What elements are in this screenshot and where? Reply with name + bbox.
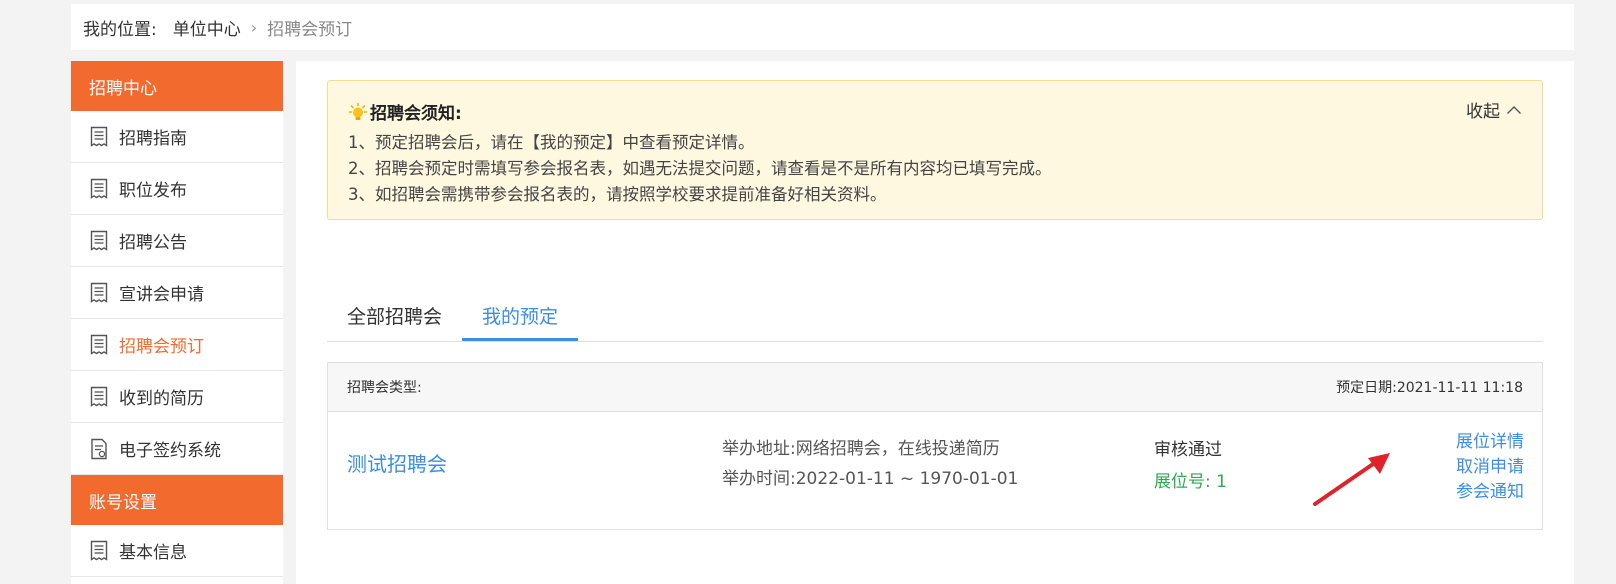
tab-bar: 全部招聘会 我的预定: [327, 281, 1543, 342]
document-icon: [89, 334, 109, 356]
sidebar-item-label: 收到的简历: [119, 389, 204, 409]
review-status: 审核通过: [1154, 440, 1222, 460]
notice-line-3: 3、如招聘会需携带参会报名表的，请按照学校要求提前准备好相关资料。: [348, 185, 887, 204]
chevron-up-icon: [1507, 105, 1521, 114]
sidebar-recruitment-item[interactable]: 招聘指南: [71, 111, 283, 163]
document-icon: [89, 178, 109, 200]
sidebar-recruitment-item[interactable]: 电子签约系统: [71, 423, 283, 475]
notice-title-row: 招聘会须知:: [348, 99, 1522, 124]
sidebar-recruitment-item[interactable]: 招聘会预订: [71, 319, 283, 371]
breadcrumb-current: 招聘会预订: [267, 19, 353, 40]
fair-type-label: 招聘会类型:: [347, 380, 422, 396]
collapse-label: 收起: [1466, 102, 1500, 122]
fair-address-label: 举办地址:: [722, 439, 796, 459]
booth-details-link[interactable]: 展位详情: [1456, 430, 1524, 455]
sidebar-recruitment-item[interactable]: 招聘公告: [71, 215, 283, 267]
notice-box: 招聘会须知: 1、预定招聘会后，请在【我的预定】中查看预定详情。 2、招聘会预定…: [327, 80, 1543, 220]
collapse-button[interactable]: 收起: [1466, 97, 1522, 122]
document-icon: [89, 230, 109, 252]
tab-all-fairs[interactable]: 全部招聘会: [327, 302, 462, 341]
booth-number: 展位号: 1: [1154, 466, 1227, 498]
cancel-application-link[interactable]: 取消申请: [1456, 455, 1524, 480]
fair-time-value: 2022-01-11 ~ 1970-01-01: [795, 469, 1019, 489]
sidebar-item-label: 招聘公告: [119, 233, 187, 253]
fair-address-value: 网络招聘会，在线投递简历: [795, 439, 1000, 459]
sidebar-section-account: 账号设置: [71, 475, 283, 525]
sidebar-item-label: 招聘会预订: [119, 337, 204, 357]
fair-address: 举办地址:网络招聘会，在线投递简历: [722, 434, 1018, 464]
sidebar-item-label: 电子签约系统: [119, 441, 221, 461]
fair-time-label: 举办时间:: [722, 469, 796, 489]
sidebar-recruitment-item[interactable]: 收到的简历: [71, 371, 283, 423]
notice-title: 招聘会须知:: [370, 104, 462, 124]
breadcrumb: 我的位置: 单位中心 › 招聘会预订: [71, 4, 1574, 50]
booth-value: 1: [1216, 472, 1227, 492]
breadcrumb-home-link[interactable]: 单位中心: [173, 15, 241, 40]
fair-status: 审核通过 展位号: 1: [1154, 434, 1227, 498]
breadcrumb-separator: ›: [250, 17, 258, 37]
document-icon: [89, 540, 109, 562]
participation-notice-link[interactable]: 参会通知: [1456, 480, 1524, 505]
file-sign-icon: [89, 438, 109, 460]
booking-actions: 展位详情 取消申请 参会通知: [1456, 430, 1524, 505]
sidebar: 招聘中心 招聘指南职位发布招聘公告宣讲会申请招聘会预订收到的简历电子签约系统 账…: [71, 61, 283, 584]
fair-time: 举办时间:2022-01-11 ~ 1970-01-01: [722, 464, 1018, 494]
sidebar-section-recruitment: 招聘中心: [71, 61, 283, 111]
fair-name-link[interactable]: 测试招聘会: [347, 448, 447, 477]
sidebar-recruitment-item[interactable]: 职位发布: [71, 163, 283, 215]
booking-date-value: 2021-11-11 11:18: [1396, 380, 1523, 396]
tab-my-bookings[interactable]: 我的预定: [462, 302, 579, 341]
breadcrumb-label: 我的位置:: [83, 19, 157, 40]
sidebar-item-label: 宣讲会申请: [119, 285, 204, 305]
document-icon: [89, 126, 109, 148]
booking-date-label: 预定日期:: [1336, 380, 1397, 396]
booth-label: 展位号:: [1154, 472, 1211, 492]
document-icon: [89, 386, 109, 408]
sidebar-recruitment-item[interactable]: 宣讲会申请: [71, 267, 283, 319]
fair-info: 举办地址:网络招聘会，在线投递简历 举办时间:2022-01-11 ~ 1970…: [722, 434, 1018, 494]
booking-card-header: 招聘会类型: 预定日期:2021-11-11 11:18: [328, 363, 1542, 412]
sidebar-item-label: 职位发布: [119, 181, 187, 201]
lightbulb-icon: [348, 102, 368, 120]
notice-line-1: 1、预定招聘会后，请在【我的预定】中查看预定详情。: [348, 133, 755, 152]
document-icon: [89, 282, 109, 304]
booking-date: 预定日期:2021-11-11 11:18: [1336, 377, 1523, 397]
red-arrow-annotation: [1313, 453, 1390, 506]
sidebar-item-label: 基本信息: [119, 543, 187, 563]
sidebar-item-label: 招聘指南: [119, 129, 187, 149]
sidebar-account-item[interactable]: 基本信息: [71, 525, 283, 577]
notice-line-2: 2、招聘会预定时需填写参会报名表，如遇无法提交问题，请查看是不是所有内容均已填写…: [348, 159, 1052, 178]
